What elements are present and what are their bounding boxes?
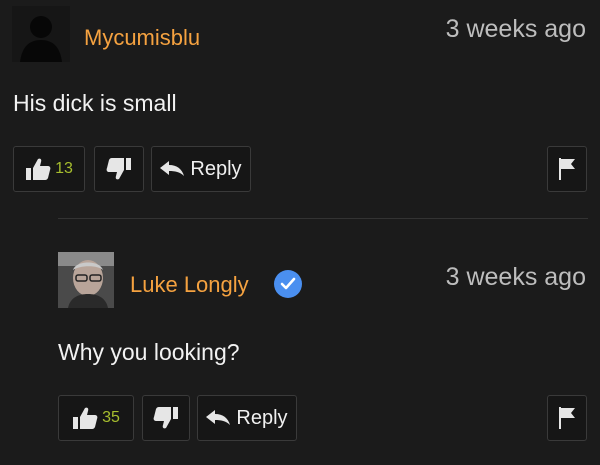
comment-text: Why you looking? (58, 339, 240, 365)
comments-section: Mycumisblu 3 weeks ago His dick is small… (0, 0, 600, 465)
reply-button[interactable]: Reply (151, 146, 251, 192)
thumbs-up-icon (25, 157, 51, 181)
comment-timestamp: 3 weeks ago (445, 263, 586, 291)
upvote-count: 13 (55, 160, 73, 177)
user-photo[interactable] (58, 252, 114, 308)
thumbs-up-icon (72, 406, 98, 430)
flag-icon (557, 157, 577, 181)
reply-divider (58, 218, 588, 219)
default-user-icon[interactable] (12, 6, 70, 62)
flag-button[interactable] (547, 146, 587, 192)
upvote-button[interactable]: 13 (13, 146, 85, 192)
upvote-button[interactable]: 35 (58, 395, 134, 441)
upvote-count: 35 (102, 409, 120, 426)
downvote-button[interactable] (94, 146, 144, 192)
flag-icon (557, 406, 577, 430)
reply-button[interactable]: Reply (197, 395, 297, 441)
downvote-button[interactable] (142, 395, 190, 441)
reply-button-label: Reply (190, 157, 242, 180)
comment-username[interactable]: Mycumisblu (84, 27, 200, 49)
reply-button-label: Reply (236, 406, 288, 429)
thumbs-down-icon (153, 406, 179, 430)
flag-button[interactable] (547, 395, 587, 441)
comment-timestamp: 3 weeks ago (445, 15, 586, 43)
reply-arrow-icon (206, 409, 231, 427)
verified-check-icon (274, 270, 302, 298)
comment-username[interactable]: Luke Longly (130, 274, 249, 296)
reply-arrow-icon (160, 160, 185, 178)
thumbs-down-icon (106, 157, 132, 181)
comment-text: His dick is small (13, 90, 177, 116)
